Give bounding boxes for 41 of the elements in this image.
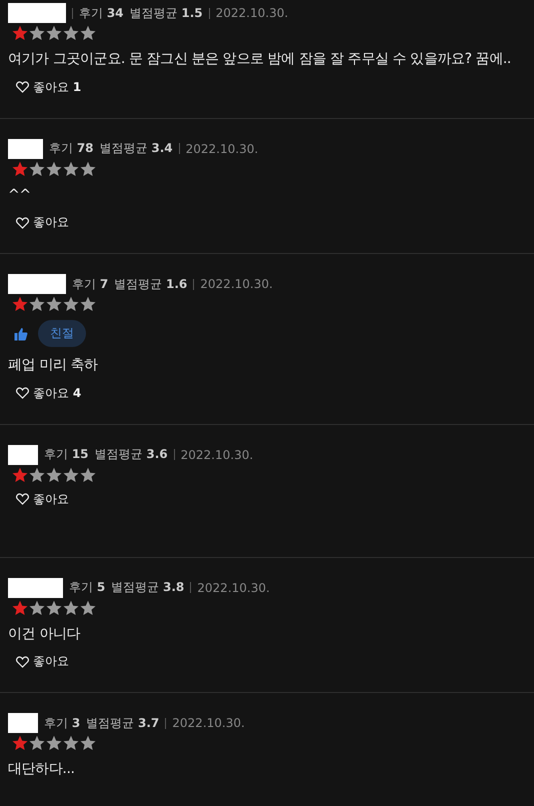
review-date: 2022.10.30. xyxy=(197,580,270,594)
review-count: 후기 3 xyxy=(44,714,80,732)
review-text: 이건 아니다 xyxy=(8,626,82,643)
like-button[interactable]: 좋아요 xyxy=(8,490,69,508)
redaction-block xyxy=(8,274,66,294)
average-rating: 별점평균 3.7 xyxy=(86,714,160,732)
like-button[interactable]: 좋아요 4 xyxy=(8,384,82,402)
redaction-block xyxy=(8,138,43,158)
heart-icon xyxy=(16,81,29,93)
like-button[interactable]: 좋아요 xyxy=(8,214,69,231)
review-date: 2022.10.30. xyxy=(216,6,288,20)
average-rating: 별점평균 1.5 xyxy=(130,4,203,22)
average-rating: 별점평균 1.6 xyxy=(114,276,188,292)
review-date: 2022.10.30. xyxy=(200,277,273,291)
review-date: 2022.10.30. xyxy=(172,716,245,730)
review-text: 폐업 미리 축하 xyxy=(8,357,99,374)
thumbs-up-icon xyxy=(14,326,28,340)
review-count: 후기 78 xyxy=(49,140,94,157)
review-date: 2022.10.30. xyxy=(180,448,254,462)
heart-icon xyxy=(16,216,29,228)
average-rating: 별점평균 3.6 xyxy=(94,446,168,463)
review-count: 후기 7 xyxy=(72,276,108,292)
review-date: 2022.10.30. xyxy=(186,142,258,156)
average-rating: 별점평균 3.8 xyxy=(111,579,184,596)
keyword-tag: 친절 xyxy=(38,320,86,347)
review-text: 여기가 그곳이군요. 문 잠그신 분은 앞으로 밤에 잠을 잘 주무실 수 있을까요? 꿈에.. xyxy=(8,51,512,68)
heart-icon xyxy=(16,656,29,668)
redaction-block xyxy=(8,3,66,23)
like-button[interactable]: 좋아요 1 xyxy=(8,78,82,96)
review-count: 후기 15 xyxy=(44,446,89,463)
review-count: 후기 34 xyxy=(79,4,124,22)
heart-icon xyxy=(16,387,29,399)
redaction-block xyxy=(8,444,38,464)
review-text: ^^ xyxy=(8,186,32,204)
redaction-block xyxy=(8,578,63,598)
redaction-block xyxy=(8,713,38,733)
review-text: 대단하다... xyxy=(8,761,76,778)
average-rating: 별점평균 3.4 xyxy=(100,140,173,157)
review-count: 후기 5 xyxy=(69,579,106,596)
like-button[interactable]: 좋아요 xyxy=(8,653,69,670)
heart-icon xyxy=(16,493,29,505)
